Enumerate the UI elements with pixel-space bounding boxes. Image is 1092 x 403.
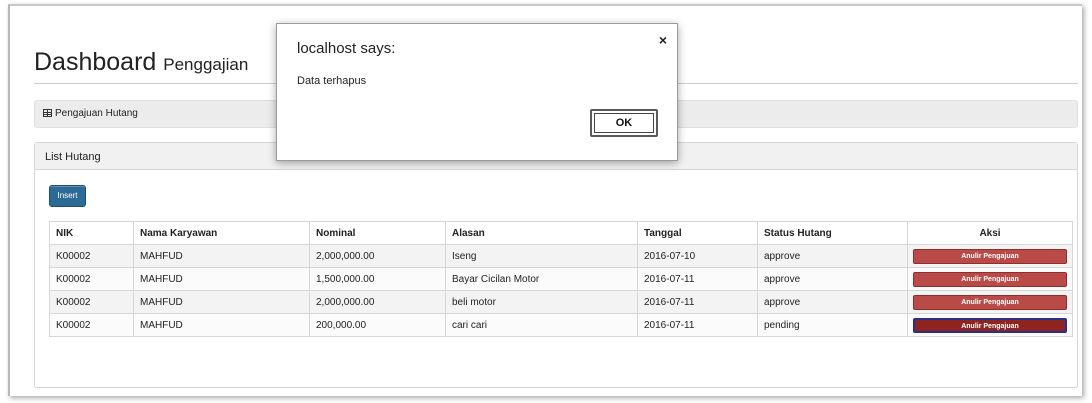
cell-nama: MAHFUD <box>133 290 310 314</box>
insert-button[interactable]: Insert <box>49 185 86 207</box>
cell-nik: K00002 <box>49 290 134 314</box>
table-row: K00002 MAHFUD 1,500,000.00 Bayar Cicilan… <box>49 267 1073 291</box>
breadcrumb-label: Pengajuan Hutang <box>55 108 138 119</box>
cell-nama: MAHFUD <box>133 244 310 268</box>
column-header-nama: Nama Karyawan <box>133 221 310 245</box>
table-icon <box>43 109 52 117</box>
cell-aksi: Anulir Pengajuan <box>907 290 1073 314</box>
cell-nama: MAHFUD <box>133 313 310 337</box>
page-title: Dashboard Penggajian <box>34 48 248 77</box>
cell-status: approve <box>757 267 908 291</box>
anulir-pengajuan-button[interactable]: Anulir Pengajuan <box>913 317 1067 333</box>
cell-nama: MAHFUD <box>133 267 310 291</box>
anulir-pengajuan-button[interactable]: Anulir Pengajuan <box>913 271 1067 287</box>
cell-tanggal: 2016-07-10 <box>637 244 758 268</box>
cell-alasan: Bayar Cicilan Motor <box>445 267 638 291</box>
cell-nik: K00002 <box>49 244 134 268</box>
anulir-pengajuan-button[interactable]: Anulir Pengajuan <box>913 248 1067 264</box>
list-hutang-panel: List Hutang Insert NIK Nama Karyawan Nom… <box>34 142 1078 388</box>
cell-status: approve <box>757 244 908 268</box>
cell-tanggal: 2016-07-11 <box>637 290 758 314</box>
cell-alasan: beli motor <box>445 290 638 314</box>
table-row: K00002 MAHFUD 2,000,000.00 beli motor 20… <box>49 290 1073 314</box>
hutang-table: NIK Nama Karyawan Nominal Alasan Tanggal… <box>49 221 1073 337</box>
column-header-alasan: Alasan <box>445 221 638 245</box>
cell-aksi: Anulir Pengajuan <box>907 244 1073 268</box>
cell-alasan: Iseng <box>445 244 638 268</box>
page-title-main: Dashboard <box>34 48 157 76</box>
dialog-message: Data terhapus <box>297 75 367 87</box>
cell-aksi: Anulir Pengajuan <box>907 313 1073 337</box>
column-header-tanggal: Tanggal <box>637 221 758 245</box>
column-header-nominal: Nominal <box>309 221 446 245</box>
dialog-title: localhost says: <box>297 40 396 57</box>
close-icon[interactable]: × <box>659 32 667 48</box>
cell-alasan: cari cari <box>445 313 638 337</box>
cell-status: approve <box>757 290 908 314</box>
cell-nominal: 2,000,000.00 <box>309 290 446 314</box>
cell-nominal: 2,000,000.00 <box>309 244 446 268</box>
cell-tanggal: 2016-07-11 <box>637 267 758 291</box>
column-header-nik: NIK <box>49 221 134 245</box>
table-row: K00002 MAHFUD 200,000.00 cari cari 2016-… <box>49 313 1073 337</box>
cell-nik: K00002 <box>49 313 134 337</box>
cell-aksi: Anulir Pengajuan <box>907 267 1073 291</box>
anulir-pengajuan-button[interactable]: Anulir Pengajuan <box>913 294 1067 310</box>
page-subtitle: Penggajian <box>163 55 249 74</box>
cell-nik: K00002 <box>49 267 134 291</box>
cell-nominal: 200,000.00 <box>309 313 446 337</box>
table-header-row: NIK Nama Karyawan Nominal Alasan Tanggal… <box>49 221 1073 245</box>
cell-tanggal: 2016-07-11 <box>637 313 758 337</box>
cell-nominal: 1,500,000.00 <box>309 267 446 291</box>
alert-dialog: localhost says: × Data terhapus OK <box>276 23 678 161</box>
table-row: K00002 MAHFUD 2,000,000.00 Iseng 2016-07… <box>49 244 1073 268</box>
ok-button[interactable]: OK <box>590 109 658 137</box>
column-header-aksi: Aksi <box>907 221 1073 245</box>
cell-status: pending <box>757 313 908 337</box>
column-header-status: Status Hutang <box>757 221 908 245</box>
